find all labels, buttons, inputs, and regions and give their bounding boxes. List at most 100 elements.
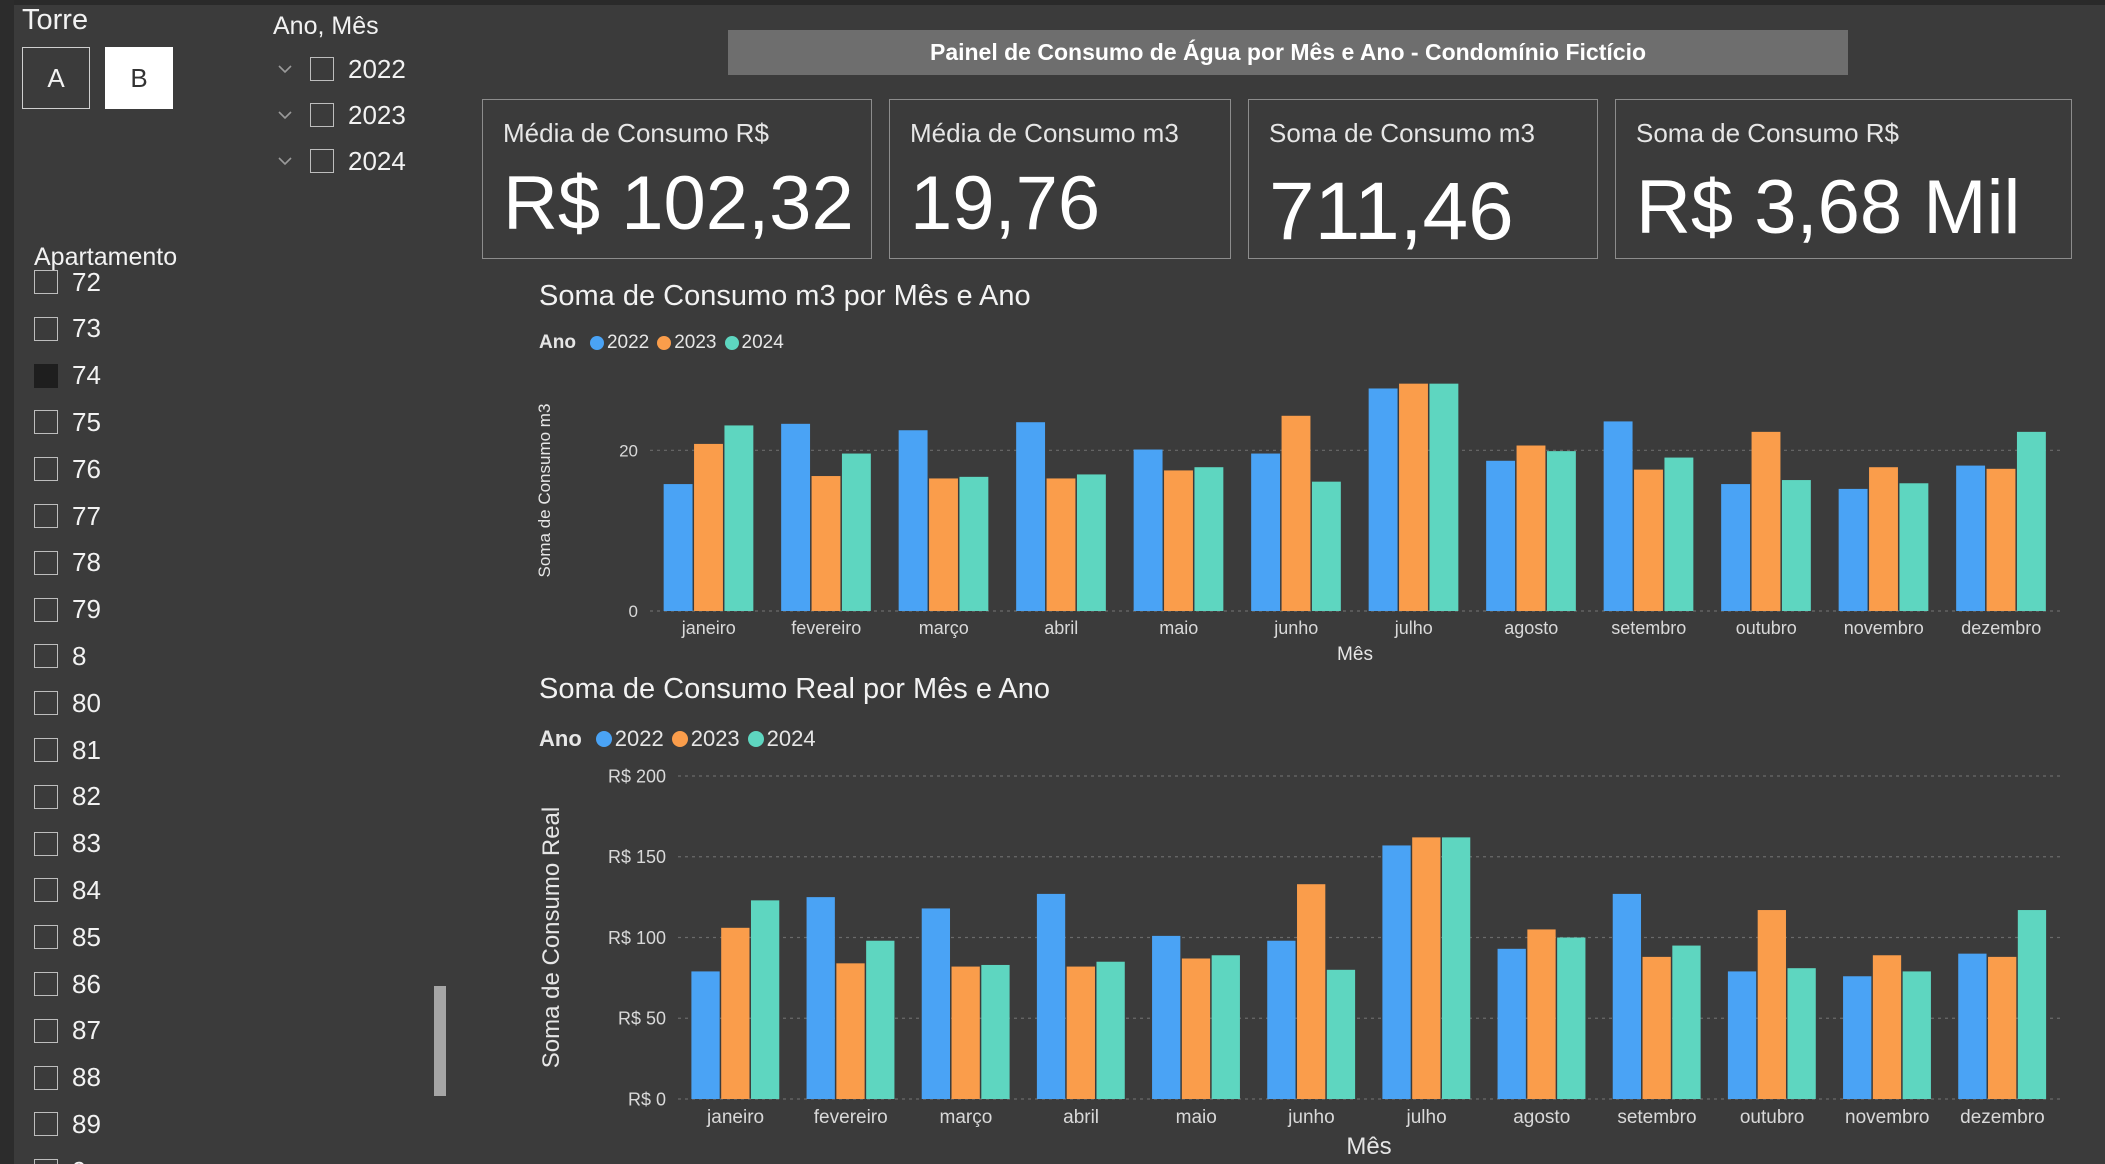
- bar-2022-junho[interactable]: [1267, 940, 1296, 1099]
- apartamento-checkbox[interactable]: [34, 691, 58, 716]
- bar-2024-novembro[interactable]: [1899, 483, 1929, 611]
- chart1-plot[interactable]: 0 20 janeiro fevereiro março abril maio junho ju…: [520, 370, 2080, 670]
- bar-2022-fevereiro[interactable]: [781, 423, 811, 611]
- apartamento-checkbox[interactable]: [34, 878, 58, 903]
- apartamento-checkbox[interactable]: [34, 363, 58, 388]
- ano-checkbox[interactable]: [310, 149, 334, 173]
- bar-2022-janeiro[interactable]: [663, 484, 693, 611]
- bar-2022-março[interactable]: [921, 908, 951, 1099]
- bar-2023-junho[interactable]: [1297, 884, 1326, 1099]
- apartamento-scrollbar[interactable]: [434, 986, 446, 1096]
- apartamento-list[interactable]: 72 73 74 75 76 77 78 79 8 80 81 82 83 84 85 86 87 88 89 9: [34, 270, 334, 1164]
- bar-2022-agosto[interactable]: [1486, 460, 1516, 611]
- legend-item-2022[interactable]: 2022: [595, 726, 664, 752]
- bar-2022-setembro[interactable]: [1612, 893, 1642, 1099]
- apartamento-item-81[interactable]: 81: [34, 730, 101, 770]
- bar-2022-maio[interactable]: [1133, 449, 1163, 611]
- bar-2023-outubro[interactable]: [1751, 431, 1781, 611]
- bar-2022-julho[interactable]: [1382, 845, 1411, 1099]
- bar-2023-dezembro[interactable]: [1986, 468, 2016, 611]
- apartamento-checkbox[interactable]: [34, 504, 58, 528]
- apartamento-checkbox[interactable]: [34, 925, 58, 950]
- apartamento-checkbox[interactable]: [34, 550, 58, 575]
- ano-item-2022[interactable]: 2022: [278, 49, 406, 89]
- apartamento-checkbox[interactable]: [34, 1112, 58, 1137]
- bar-2024-novembro[interactable]: [1902, 971, 1931, 1099]
- bar-2023-março[interactable]: [929, 478, 958, 611]
- bar-2023-setembro[interactable]: [1642, 956, 1671, 1099]
- torre-option-b[interactable]: B: [105, 47, 173, 109]
- bar-2024-julho[interactable]: [1441, 837, 1471, 1099]
- apartamento-item-82[interactable]: 82: [34, 777, 101, 817]
- chart2-plot[interactable]: R$ 0 R$ 50 R$ 100 R$ 150 R$ 200 janeiro fevere…: [520, 760, 2080, 1164]
- apartamento-item-73[interactable]: 73: [34, 309, 101, 349]
- bar-2024-fevereiro[interactable]: [841, 453, 871, 611]
- bar-2024-junho[interactable]: [1311, 481, 1341, 611]
- apartamento-item-87[interactable]: 87: [34, 1011, 101, 1051]
- bar-2023-agosto[interactable]: [1527, 929, 1556, 1099]
- bar-2022-dezembro[interactable]: [1956, 465, 1986, 611]
- apartamento-item-85[interactable]: 85: [34, 917, 101, 957]
- bar-2024-julho[interactable]: [1429, 383, 1459, 611]
- apartamento-item-88[interactable]: 88: [34, 1058, 101, 1098]
- ano-item-2023[interactable]: 2023: [278, 95, 406, 135]
- chevron-down-icon[interactable]: [278, 62, 292, 76]
- chevron-down-icon[interactable]: [278, 154, 292, 168]
- apartamento-checkbox[interactable]: [34, 831, 58, 856]
- apartamento-item-8[interactable]: 8: [34, 636, 86, 676]
- bar-2022-setembro[interactable]: [1603, 421, 1633, 611]
- bar-2022-outubro[interactable]: [1721, 484, 1751, 611]
- bar-2023-setembro[interactable]: [1634, 469, 1663, 611]
- bar-2024-abril[interactable]: [1096, 961, 1125, 1099]
- apartamento-checkbox[interactable]: [34, 316, 58, 341]
- bar-2024-agosto[interactable]: [1557, 937, 1586, 1100]
- bar-2023-novembro[interactable]: [1872, 955, 1902, 1099]
- apartamento-item-83[interactable]: 83: [34, 824, 101, 864]
- bar-2023-dezembro[interactable]: [1988, 956, 2017, 1099]
- bar-2023-janeiro[interactable]: [694, 443, 723, 611]
- bar-2024-março[interactable]: [981, 964, 1010, 1099]
- bar-2024-dezembro[interactable]: [2017, 910, 2047, 1099]
- bar-2023-maio[interactable]: [1181, 958, 1211, 1099]
- bar-2023-abril[interactable]: [1066, 966, 1095, 1099]
- apartamento-item-77[interactable]: 77: [34, 496, 101, 536]
- bar-2024-dezembro[interactable]: [2016, 431, 2046, 611]
- apartamento-checkbox[interactable]: [34, 1065, 58, 1090]
- apartamento-checkbox[interactable]: [34, 1159, 58, 1164]
- bar-2024-agosto[interactable]: [1546, 451, 1576, 611]
- bar-2024-janeiro[interactable]: [750, 900, 780, 1099]
- bar-2023-maio[interactable]: [1164, 470, 1193, 611]
- apartamento-checkbox[interactable]: [34, 1018, 58, 1043]
- bar-2024-março[interactable]: [959, 476, 989, 611]
- bar-2022-maio[interactable]: [1152, 935, 1181, 1099]
- apartamento-item-89[interactable]: 89: [34, 1104, 101, 1144]
- torre-option-a[interactable]: A: [22, 47, 90, 109]
- bar-2024-outubro[interactable]: [1781, 480, 1811, 611]
- bar-2022-julho[interactable]: [1368, 388, 1398, 611]
- apartamento-item-86[interactable]: 86: [34, 964, 101, 1004]
- bar-2023-fevereiro[interactable]: [811, 476, 841, 611]
- bar-2024-outubro[interactable]: [1787, 968, 1816, 1099]
- bar-2024-junho[interactable]: [1326, 969, 1356, 1099]
- bar-2024-maio[interactable]: [1211, 955, 1240, 1099]
- bar-2022-agosto[interactable]: [1497, 948, 1526, 1099]
- apartamento-item-9[interactable]: 9: [34, 1151, 86, 1164]
- apartamento-item-76[interactable]: 76: [34, 449, 101, 489]
- bar-2023-abril[interactable]: [1046, 478, 1076, 611]
- bar-2024-janeiro[interactable]: [724, 425, 754, 611]
- bar-2024-fevereiro[interactable]: [866, 940, 895, 1099]
- apartamento-checkbox[interactable]: [34, 597, 58, 622]
- apartamento-item-80[interactable]: 80: [34, 683, 101, 723]
- apartamento-item-78[interactable]: 78: [34, 543, 101, 583]
- apartamento-checkbox[interactable]: [34, 972, 58, 996]
- bar-2024-abril[interactable]: [1076, 474, 1106, 611]
- bar-2023-outubro[interactable]: [1757, 910, 1786, 1099]
- bar-2023-agosto[interactable]: [1516, 445, 1546, 611]
- bar-2024-setembro[interactable]: [1672, 945, 1701, 1099]
- bar-2023-junho[interactable]: [1281, 415, 1311, 611]
- apartamento-checkbox[interactable]: [34, 644, 58, 669]
- bar-2023-novembro[interactable]: [1869, 467, 1898, 611]
- apartamento-item-79[interactable]: 79: [34, 590, 101, 630]
- apartamento-checkbox[interactable]: [34, 784, 58, 809]
- ano-checkbox[interactable]: [310, 103, 334, 127]
